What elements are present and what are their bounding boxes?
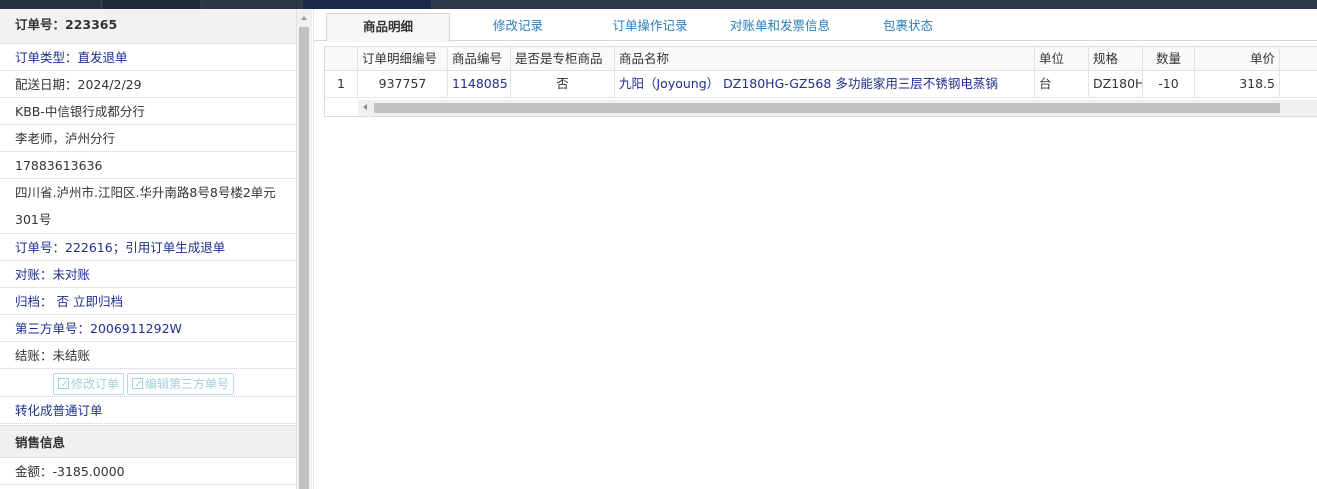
product-name-link[interactable]: 九阳（Joyoung） DZ180HG-GZ568 多功能家用三层不锈钢电蒸锅 [615, 71, 1035, 97]
product-detail-grid: 订单明细编号 商品编号 是否是专柜商品 商品名称 单位 规格 数量 单价 1 9… [324, 46, 1317, 117]
reference-order[interactable]: 订单号：222616；引用订单生成退单 [0, 234, 299, 261]
edit-icon [132, 377, 144, 389]
quantity-cell: -10 [1143, 71, 1195, 97]
tab-product-details[interactable]: 商品明细 [326, 13, 450, 42]
column-header[interactable]: 单价 [1195, 47, 1280, 70]
amount: 金额：-3185.0000 [0, 458, 299, 485]
tab-order-operation-log[interactable]: 订单操作记录 [600, 13, 700, 41]
column-header[interactable]: 订单明细编号 [358, 47, 448, 70]
detail-number-cell: 937757 [358, 71, 448, 97]
table-row[interactable]: 1 937757 1148085 否 九阳（Joyoung） DZ180HG-G… [325, 71, 1317, 98]
archive-status[interactable]: 归档： 否 立即归档 [0, 288, 299, 315]
top-tab-2[interactable] [103, 0, 200, 9]
delivery-date: 配送日期：2024/2/29 [0, 71, 299, 98]
settle-status: 结账：未结账 [0, 342, 299, 369]
contact: 李老师，泸州分行 [0, 125, 299, 152]
sales-info-heading: 销售信息 [0, 425, 299, 458]
edit-order-label: 修改订单 [71, 376, 120, 391]
scrollbar-thumb[interactable] [299, 27, 309, 489]
scroll-left-arrow-icon[interactable] [363, 104, 367, 110]
row-number: 1 [325, 71, 358, 97]
left-panel-scrollbar[interactable] [296, 9, 312, 489]
column-header[interactable]: 单位 [1035, 47, 1089, 70]
customer-org: KBB-中信银行成都分行 [0, 98, 299, 125]
address: 四川省.泸州市.江阳区.华升南路8号8号楼2单元301号 [0, 179, 299, 234]
edit-order-button[interactable]: 修改订单 [53, 372, 125, 395]
order-info-panel: 订单号：223365 订单类型：直发退单 配送日期：2024/2/29 KBB-… [0, 9, 300, 489]
top-bar [0, 0, 1317, 9]
spec-cell: DZ180H [1089, 71, 1143, 97]
row-number-header [325, 47, 358, 70]
grid-horizontal-scrollbar[interactable] [358, 100, 1317, 116]
order-type: 订单类型：直发退单 [0, 44, 299, 71]
edit-third-party-label: 编辑第三方单号 [145, 376, 230, 391]
order-number-title: 订单号：223365 [0, 9, 299, 44]
column-header[interactable]: 规格 [1089, 47, 1143, 70]
detail-tabs: 商品明细 修改记录 订单操作记录 对账单和发票信息 包裹状态 [314, 9, 1317, 42]
column-header[interactable]: 商品编号 [448, 47, 511, 70]
column-header[interactable]: 是否是专柜商品 [511, 47, 615, 70]
edit-third-party-button[interactable]: 编辑第三方单号 [127, 372, 235, 395]
phone: 17883613636 [0, 152, 299, 179]
reconcile-status: 对账：未对账 [0, 261, 299, 288]
scroll-up-arrow-icon[interactable] [301, 16, 307, 20]
top-tab-3[interactable] [203, 0, 300, 9]
action-buttons: 修改订单 编辑第三方单号 [0, 369, 299, 397]
convert-to-normal-order-link[interactable]: 转化成普通订单 [0, 397, 299, 424]
column-header[interactable]: 商品名称 [615, 47, 1035, 70]
edit-icon [58, 377, 69, 389]
grid-header: 订单明细编号 商品编号 是否是专柜商品 商品名称 单位 规格 数量 单价 [325, 47, 1317, 71]
is-counter-cell: 否 [511, 71, 615, 97]
unit-cell: 台 [1035, 71, 1089, 97]
details-panel: 商品明细 修改记录 订单操作记录 对账单和发票信息 包裹状态 订单明细编号 商品… [313, 9, 1317, 489]
column-header[interactable]: 数量 [1143, 47, 1195, 70]
tab-statement-invoice[interactable]: 对账单和发票信息 [718, 13, 842, 41]
horizontal-scrollbar-thumb[interactable] [374, 103, 1280, 113]
tab-change-log[interactable]: 修改记录 [474, 13, 562, 41]
third-party-number: 第三方单号：2006911292W [0, 315, 299, 342]
top-tab-1[interactable] [0, 0, 100, 9]
tab-package-status[interactable]: 包裹状态 [870, 13, 946, 41]
unit-price-cell: 318.5 [1195, 71, 1280, 97]
product-number-link[interactable]: 1148085 [448, 71, 511, 97]
top-tab-4[interactable] [303, 0, 431, 9]
